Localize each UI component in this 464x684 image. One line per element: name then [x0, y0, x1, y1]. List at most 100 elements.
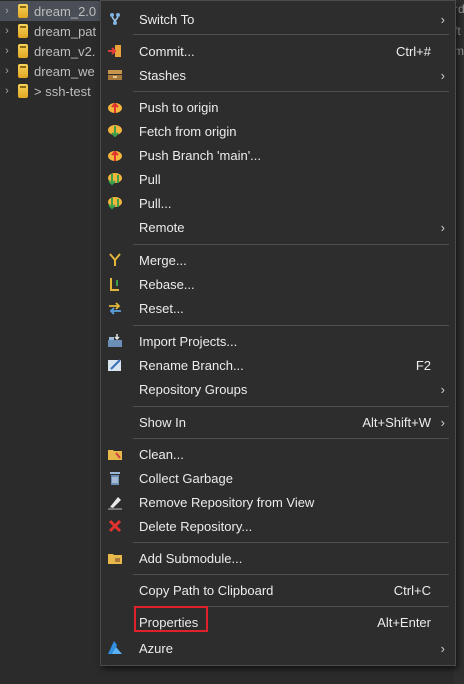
delete-icon — [107, 518, 123, 534]
menu-item-rename-branch[interactable]: Rename Branch... F2 — [101, 353, 455, 377]
menu-item-label: Repository Groups — [139, 381, 248, 397]
switch-branch-icon — [107, 11, 123, 27]
menu-item-clean[interactable]: Clean... — [101, 442, 455, 466]
menu-item-label: Rebase... — [139, 276, 195, 292]
menu-item-label: Reset... — [139, 300, 184, 316]
rename-icon — [107, 357, 123, 373]
menu-item-reset[interactable]: Reset... — [101, 296, 455, 320]
submenu-arrow-icon: › — [440, 11, 445, 27]
menu-separator — [133, 34, 449, 35]
menu-item-rebase[interactable]: Rebase... — [101, 272, 455, 296]
tree-row-dream-pat[interactable]: › dream_pat — [0, 21, 110, 41]
rebase-icon — [107, 276, 123, 292]
menu-item-label: Azure — [139, 640, 173, 656]
menu-item-collect-garbage[interactable]: Collect Garbage — [101, 466, 455, 490]
menu-item-import-projects[interactable]: Import Projects... — [101, 329, 455, 353]
import-icon — [107, 333, 123, 349]
menu-item-label: Remote — [139, 219, 185, 235]
menu-item-label: Switch To — [139, 11, 195, 27]
stashes-icon — [107, 67, 123, 83]
push-branch-icon — [107, 147, 123, 163]
repository-icon — [18, 24, 28, 38]
fetch-icon — [107, 123, 123, 139]
menu-item-shortcut: Ctrl+# — [395, 43, 431, 59]
menu-item-remove-repository[interactable]: Remove Repository from View — [101, 490, 455, 514]
menu-item-label: Pull — [139, 171, 161, 187]
menu-item-label: Add Submodule... — [139, 550, 243, 566]
chevron-right-icon[interactable]: › — [0, 25, 14, 37]
menu-item-repository-groups[interactable]: Repository Groups › — [101, 377, 455, 401]
menu-item-label: Pull... — [139, 195, 172, 211]
menu-item-add-submodule[interactable]: Add Submodule... — [101, 546, 455, 570]
menu-item-switch-to[interactable]: Switch To › — [101, 7, 455, 31]
reset-icon — [107, 300, 123, 316]
menu-separator — [133, 438, 449, 439]
menu-item-show-in[interactable]: Show In Alt+Shift+W › — [101, 410, 455, 434]
menu-item-label: Rename Branch... — [139, 357, 244, 373]
menu-item-stashes[interactable]: Stashes › — [101, 63, 455, 87]
submenu-arrow-icon: › — [440, 640, 445, 656]
menu-item-label: Collect Garbage — [139, 470, 233, 486]
menu-item-label: Stashes — [139, 67, 186, 83]
menu-item-push-to-origin[interactable]: Push to origin — [101, 95, 455, 119]
tree-row-dream-we[interactable]: › dream_we — [0, 61, 110, 81]
repository-icon — [18, 84, 28, 98]
menu-item-label: Push to origin — [139, 99, 219, 115]
menu-item-label: Push Branch 'main'... — [139, 147, 262, 163]
tree-row-label: dream_v2. — [34, 43, 96, 59]
submenu-arrow-icon: › — [440, 219, 445, 235]
menu-item-shortcut: F2 — [415, 357, 431, 373]
trash-icon — [107, 470, 123, 486]
menu-item-label: Clean... — [139, 446, 184, 462]
menu-separator — [133, 574, 449, 575]
menu-item-push-branch[interactable]: Push Branch 'main'... — [101, 143, 455, 167]
menu-separator — [133, 91, 449, 92]
menu-item-label: Delete Repository... — [139, 518, 253, 534]
commit-icon — [107, 43, 123, 59]
menu-item-label: Import Projects... — [139, 333, 238, 349]
push-icon — [107, 99, 123, 115]
menu-item-merge[interactable]: Merge... — [101, 248, 455, 272]
submodule-icon — [107, 550, 123, 566]
tree-row-dream-v2[interactable]: › dream_v2. — [0, 41, 110, 61]
properties-highlight-box — [134, 606, 208, 632]
repository-icon — [18, 64, 28, 78]
repository-icon — [18, 4, 28, 18]
menu-separator — [133, 325, 449, 326]
tree-row-label: dream_pat — [34, 23, 97, 39]
chevron-right-icon[interactable]: › — [0, 45, 14, 57]
menu-item-shortcut: Alt+Shift+W — [362, 414, 431, 430]
menu-separator — [133, 244, 449, 245]
menu-item-fetch-from-origin[interactable]: Fetch from origin — [101, 119, 455, 143]
tree-row-dream-2-0[interactable]: › dream_2.0 — [0, 1, 110, 21]
pull-dialog-icon — [107, 195, 123, 211]
clean-icon — [107, 446, 123, 462]
menu-item-copy-path[interactable]: Copy Path to Clipboard Ctrl+C — [101, 578, 455, 602]
submenu-arrow-icon: › — [440, 381, 445, 397]
azure-icon — [107, 640, 123, 656]
tree-row-label: > ssh-test — [34, 83, 91, 99]
repository-context-menu: Switch To › Commit... Ctrl+# Stashes › P… — [100, 0, 456, 666]
tree-row-label: dream_2.0 — [34, 3, 97, 19]
menu-item-label: Fetch from origin — [139, 123, 237, 139]
repository-icon — [18, 44, 28, 58]
remove-icon — [107, 494, 123, 510]
menu-item-remote[interactable]: Remote › — [101, 215, 455, 239]
menu-item-shortcut: Alt+Enter — [377, 614, 431, 630]
menu-item-pull[interactable]: Pull — [101, 167, 455, 191]
submenu-arrow-icon: › — [440, 414, 445, 430]
menu-item-commit[interactable]: Commit... Ctrl+# — [101, 39, 455, 63]
merge-icon — [107, 252, 123, 268]
menu-item-label: Merge... — [139, 252, 187, 268]
menu-item-shortcut: Ctrl+C — [393, 582, 431, 598]
menu-item-label: Commit... — [139, 43, 195, 59]
chevron-right-icon[interactable]: › — [0, 65, 14, 77]
menu-item-azure[interactable]: Azure › — [101, 636, 455, 660]
menu-item-pull-dialog[interactable]: Pull... — [101, 191, 455, 215]
tree-row-ssh-test[interactable]: › > ssh-test — [0, 81, 110, 101]
menu-separator — [133, 542, 449, 543]
menu-item-delete-repository[interactable]: Delete Repository... — [101, 514, 455, 538]
menu-item-label: Show In — [139, 414, 186, 430]
chevron-right-icon[interactable]: › — [0, 85, 14, 97]
chevron-right-icon[interactable]: › — [0, 5, 14, 17]
